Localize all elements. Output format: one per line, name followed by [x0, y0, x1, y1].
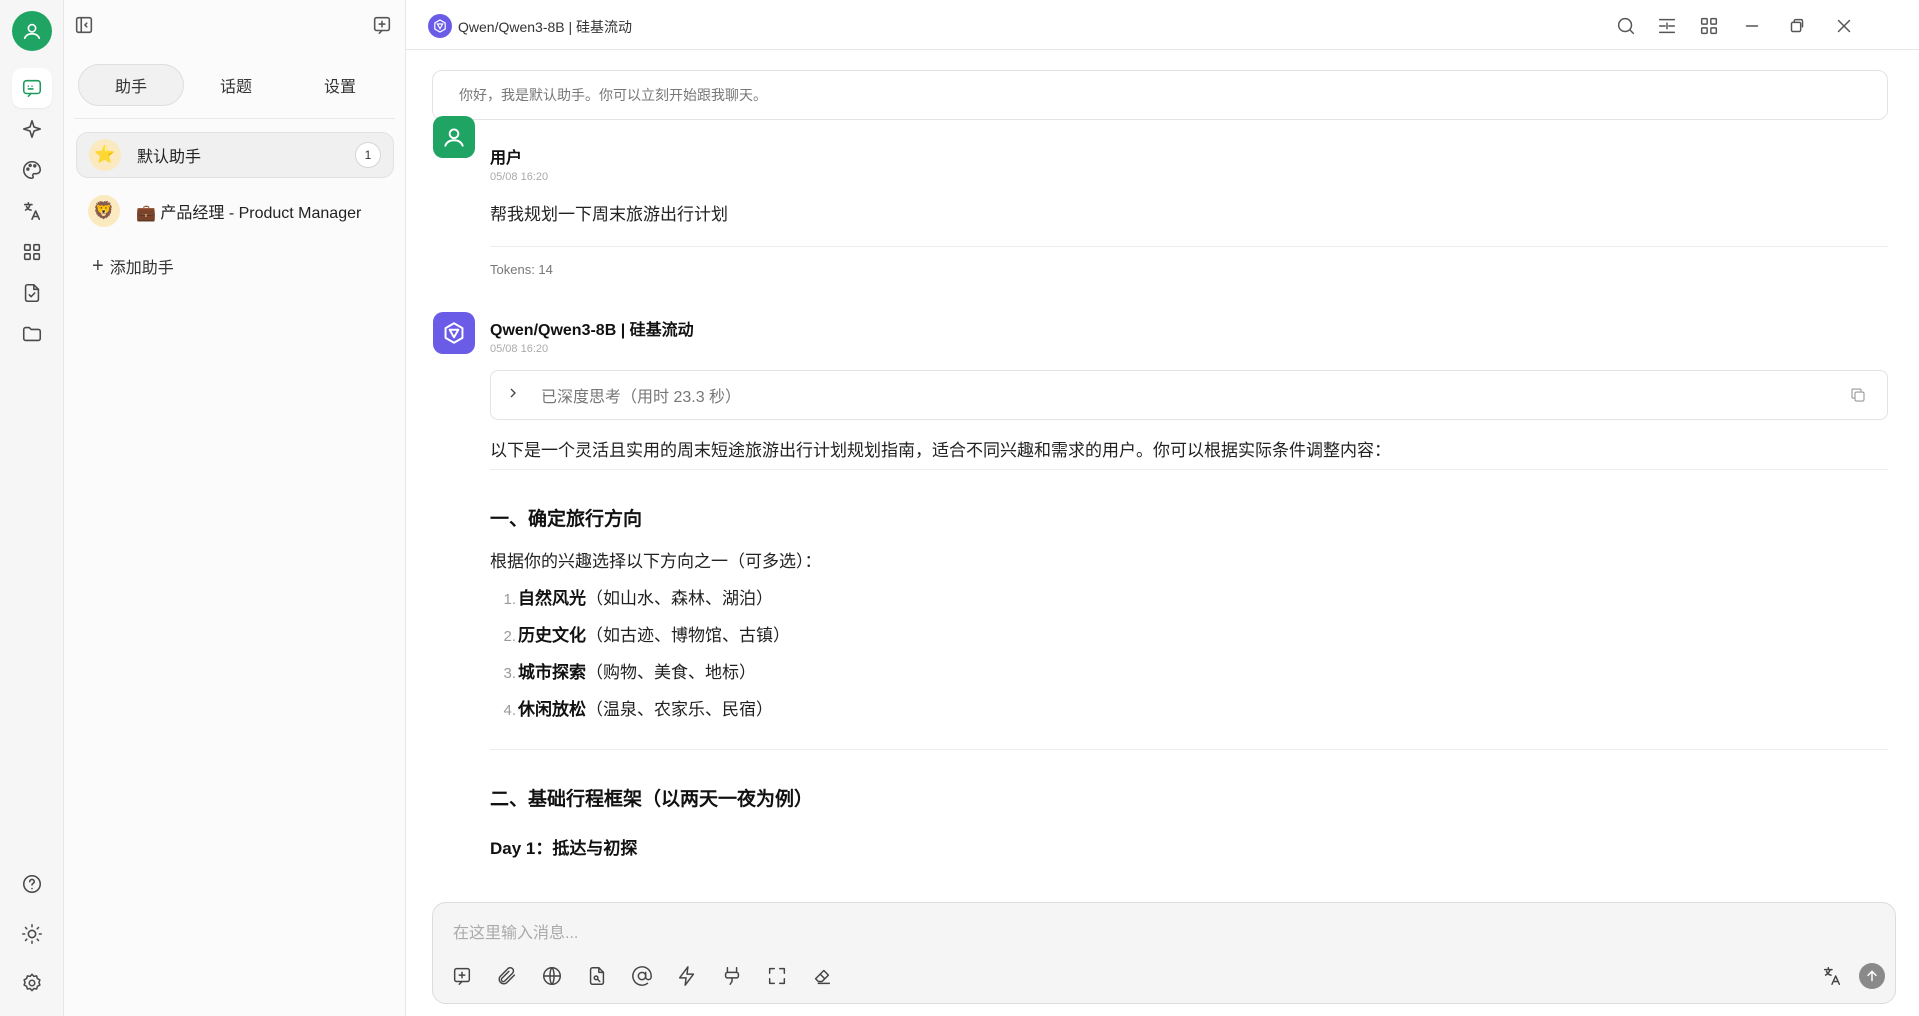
send-icon[interactable] [1859, 963, 1885, 989]
settings-gear-icon[interactable] [12, 963, 52, 1003]
markdown-hr [490, 469, 1888, 470]
list-item-bold: 历史文化 [518, 626, 586, 645]
user-message-time: 05/08 16:20 [490, 171, 549, 183]
sidebar-topbar [64, 0, 406, 50]
assistant-name: 默认助手 [137, 149, 202, 166]
folder-icon[interactable] [12, 314, 52, 354]
list-number: 3. [503, 665, 516, 682]
mcp-icon[interactable] [719, 963, 745, 989]
assistant-sender-name: Qwen/Qwen3-8B | 硅基流动 [490, 322, 694, 339]
translate-icon[interactable] [12, 191, 52, 231]
welcome-prompt: 你好，我是默认助手。你可以立刻开始跟我聊天。 [432, 70, 1888, 120]
document-icon[interactable] [12, 273, 52, 313]
assistant-item-product-manager[interactable]: 🦁 💼 产品经理 - Product Manager [76, 188, 394, 234]
window-restore-icon[interactable] [1784, 13, 1810, 39]
list-item: 3. 城市探索（购物、美食、地标） [490, 658, 756, 683]
message-input[interactable]: 在这里输入消息... [453, 919, 578, 943]
assistant-emoji: ⭐ [89, 139, 121, 171]
add-assistant-button[interactable]: + 添加助手 [92, 254, 174, 278]
list-item-text: （如山水、森林、湖泊） [586, 589, 773, 608]
list-number: 1. [503, 591, 516, 608]
model-title[interactable]: Qwen/Qwen3-8B | 硅基流动 [458, 17, 632, 37]
assistant-item-default[interactable]: ⭐ 默认助手 1 [76, 132, 394, 178]
section-1-text: 根据你的兴趣选择以下方向之一（可多选）： [490, 552, 822, 571]
section-heading-2: 二、基础行程框架（以两天一夜为例） [490, 789, 814, 810]
web-search-icon[interactable] [539, 963, 565, 989]
attachment-icon[interactable] [494, 963, 520, 989]
minimize-panel-icon[interactable] [1654, 13, 1680, 39]
user-avatar-icon[interactable] [12, 11, 52, 51]
window-minimize-icon[interactable] [1739, 13, 1765, 39]
list-item-text: （如古迹、博物馆、古镇） [586, 626, 790, 645]
list-item: 2. 历史文化（如古迹、博物馆、古镇） [490, 621, 790, 646]
composer-toolbar [449, 963, 854, 989]
markdown-hr [490, 749, 1888, 750]
tab-settings[interactable]: 设置 [288, 64, 392, 106]
navigation-rail [0, 0, 64, 1016]
assistant-sidebar: 助手 话题 设置 ⭐ 默认助手 1 🦁 💼 产品经理 - Product Man… [64, 0, 406, 1016]
clear-icon[interactable] [809, 963, 835, 989]
assistant-intro: 以下是一个灵活且实用的周末短途旅游出行计划规划指南，适合不同兴趣和需求的用户。你… [490, 441, 1391, 460]
list-item-bold: 城市探索 [518, 663, 586, 682]
translate-icon[interactable] [1819, 963, 1845, 989]
quick-phrase-icon[interactable] [674, 963, 700, 989]
user-message-text: 帮我规划一下周末旅游出行计划 [490, 205, 728, 224]
mention-icon[interactable] [629, 963, 655, 989]
chat-icon[interactable] [12, 68, 52, 108]
list-item-bold: 休闲放松 [518, 700, 586, 719]
model-logo-icon [428, 14, 452, 38]
layout-grid-icon[interactable] [1696, 13, 1722, 39]
assistant-emoji: 🦁 [88, 195, 120, 227]
knowledge-base-icon[interactable] [584, 963, 610, 989]
list-item: 4. 休闲放松（温泉、农家乐、民宿） [490, 695, 773, 720]
user-avatar-icon [433, 116, 475, 158]
thinking-label: 已深度思考（用时 23.3 秒） [541, 389, 742, 406]
toggle-sidebar-icon[interactable] [72, 13, 96, 37]
user-sender-name: 用户 [490, 150, 523, 167]
token-count: Tokens: 14 [490, 262, 553, 277]
list-item-text: （购物、美食、地标） [586, 663, 756, 682]
message-divider [490, 246, 1888, 247]
assistant-message-time: 05/08 16:20 [490, 343, 549, 355]
sparkle-icon[interactable] [12, 109, 52, 149]
new-topic-icon[interactable] [370, 13, 394, 37]
list-number: 4. [503, 702, 516, 719]
qwen-avatar-icon [433, 312, 475, 354]
plus-icon: + [92, 255, 104, 277]
chat-header: Qwen/Qwen3-8B | 硅基流动 [406, 0, 1919, 50]
section-heading-1: 一、确定旅行方向 [490, 509, 643, 530]
search-icon[interactable] [1613, 13, 1639, 39]
apps-grid-icon[interactable] [12, 232, 52, 272]
tab-assistants[interactable]: 助手 [78, 64, 184, 106]
help-icon[interactable] [12, 864, 52, 904]
sidebar-tabs: 助手 话题 设置 [78, 64, 392, 106]
add-assistant-label: 添加助手 [109, 260, 174, 277]
sidebar-divider [74, 118, 395, 119]
topic-count-badge: 1 [355, 142, 381, 168]
chevron-right-icon [505, 385, 521, 406]
message-composer[interactable]: 在这里输入消息... [432, 902, 1896, 1004]
palette-icon[interactable] [12, 150, 52, 190]
composer-right-tools [1819, 963, 1885, 989]
theme-sun-icon[interactable] [12, 914, 52, 954]
day-1-heading: Day 1：抵达与初探 [490, 839, 638, 858]
chat-messages: 你好，我是默认助手。你可以立刻开始跟我聊天。 用户 05/08 16:20 帮我… [406, 51, 1919, 1016]
list-item-bold: 自然风光 [518, 589, 586, 608]
copy-icon[interactable] [1849, 386, 1867, 409]
assistant-name: 💼 产品经理 - Product Manager [136, 205, 362, 222]
list-item: 1. 自然风光（如山水、森林、湖泊） [490, 584, 773, 609]
tab-topics[interactable]: 话题 [184, 64, 288, 106]
window-close-icon[interactable] [1831, 13, 1857, 39]
thinking-collapse[interactable]: 已深度思考（用时 23.3 秒） [490, 370, 1888, 420]
fullscreen-icon[interactable] [764, 963, 790, 989]
new-topic-icon[interactable] [449, 963, 475, 989]
list-item-text: （温泉、农家乐、民宿） [586, 700, 773, 719]
list-number: 2. [503, 628, 516, 645]
